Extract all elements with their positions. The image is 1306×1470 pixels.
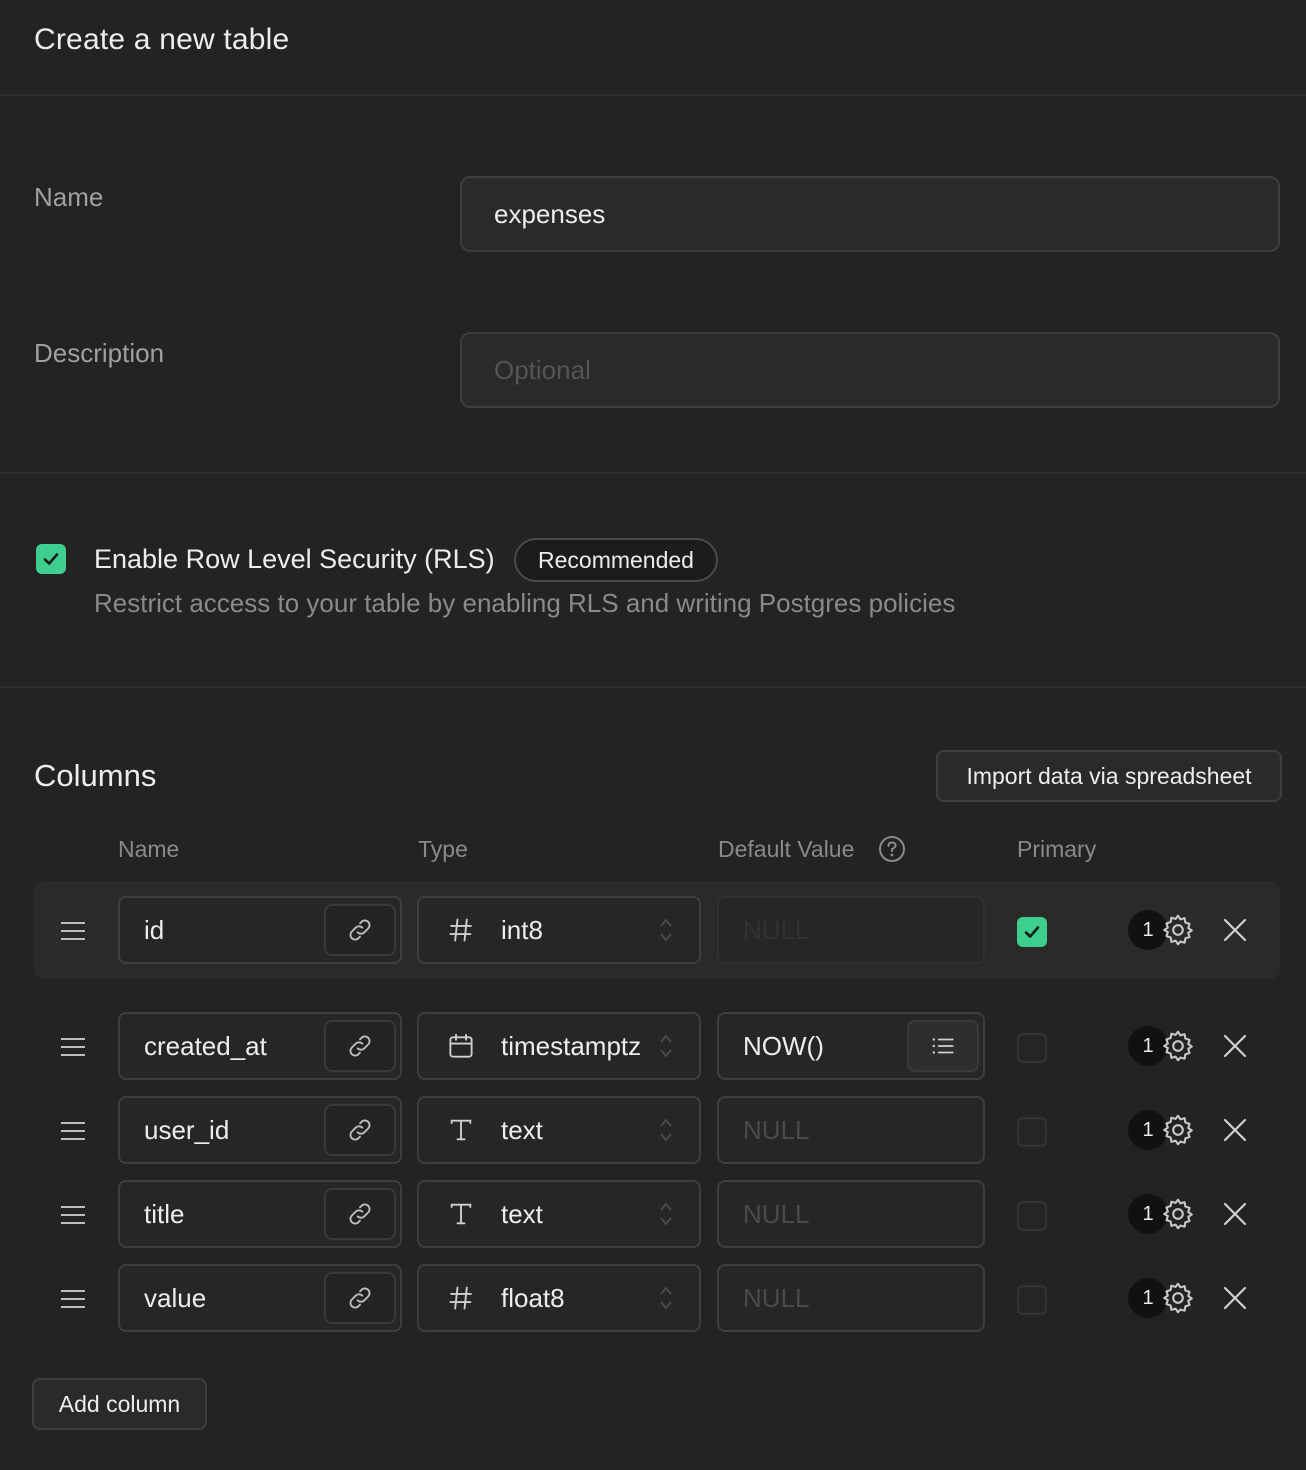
table-row: id int8 NULL 1: [34, 881, 1280, 979]
link-icon: [349, 1203, 371, 1225]
description-label: Description: [34, 338, 165, 368]
column-name-value: id: [144, 914, 165, 945]
default-value-input[interactable]: NULL: [717, 896, 985, 964]
column-name-field[interactable]: user_id: [118, 1096, 402, 1164]
primary-checkbox[interactable]: [1017, 1033, 1047, 1063]
close-icon[interactable]: [1221, 1032, 1249, 1060]
hash-icon: [443, 912, 479, 948]
drag-handle-icon[interactable]: [60, 1121, 86, 1141]
link-icon: [349, 1119, 371, 1141]
column-name-value: user_id: [144, 1114, 230, 1145]
link-icon: [349, 1287, 371, 1309]
text-icon: [443, 1112, 479, 1148]
suggestions-button[interactable]: [907, 1020, 979, 1072]
gear-icon[interactable]: [1160, 1112, 1196, 1148]
column-name-value: value: [144, 1282, 207, 1313]
column-name-field[interactable]: id: [118, 896, 402, 964]
column-name-field[interactable]: created_at: [118, 1012, 402, 1080]
column-type-select[interactable]: timestamptz: [417, 1012, 701, 1080]
primary-checkbox[interactable]: [1017, 1201, 1047, 1231]
chevron-updown-icon: [660, 1202, 672, 1226]
chevron-updown-icon: [660, 1034, 672, 1058]
close-icon[interactable]: [1221, 916, 1249, 944]
rls-description: Restrict access to your table by enablin…: [94, 588, 956, 618]
basic-info-section: Name Description: [0, 96, 1306, 474]
default-value-placeholder: NULL: [743, 1114, 810, 1145]
column-header-default: Default Value: [718, 836, 855, 862]
close-icon[interactable]: [1221, 1200, 1249, 1228]
add-column-button[interactable]: Add column: [32, 1378, 207, 1430]
foreign-key-button[interactable]: [324, 1020, 396, 1072]
gear-icon[interactable]: [1160, 912, 1196, 948]
primary-checkbox[interactable]: [1017, 917, 1047, 947]
description-input[interactable]: [460, 332, 1280, 408]
column-name-value: created_at: [144, 1030, 267, 1061]
page-title: Create a new table: [34, 23, 290, 56]
link-icon: [349, 1035, 371, 1057]
column-type-select[interactable]: text: [417, 1096, 701, 1164]
foreign-key-button[interactable]: [324, 904, 396, 956]
name-input[interactable]: [460, 176, 1280, 252]
drag-handle-icon[interactable]: [60, 1037, 86, 1057]
chevron-updown-icon: [660, 1118, 672, 1142]
link-icon: [349, 919, 371, 941]
table-row: value float8 NULL 1: [34, 1249, 1280, 1347]
column-type-value: timestamptz: [501, 1030, 642, 1061]
column-name-field[interactable]: value: [118, 1264, 402, 1332]
primary-checkbox[interactable]: [1017, 1117, 1047, 1147]
column-name-field[interactable]: title: [118, 1180, 402, 1248]
close-icon[interactable]: [1221, 1116, 1249, 1144]
calendar-icon: [443, 1028, 479, 1064]
default-value-input[interactable]: NULL: [717, 1180, 985, 1248]
column-header-type: Type: [418, 836, 468, 862]
foreign-key-button[interactable]: [324, 1104, 396, 1156]
gear-icon[interactable]: [1160, 1196, 1196, 1232]
column-name-value: title: [144, 1198, 185, 1229]
import-spreadsheet-button[interactable]: Import data via spreadsheet: [936, 750, 1282, 802]
list-icon: [932, 1038, 954, 1054]
hash-icon: [443, 1280, 479, 1316]
default-value-placeholder: NULL: [743, 1198, 810, 1229]
column-header-name: Name: [118, 836, 180, 862]
foreign-key-button[interactable]: [324, 1188, 396, 1240]
rls-section: Enable Row Level Security (RLS) Recommen…: [0, 474, 1306, 688]
recommended-badge: Recommended: [514, 538, 718, 582]
drag-handle-icon[interactable]: [60, 1205, 86, 1225]
drag-handle-icon[interactable]: [60, 921, 86, 941]
gear-icon[interactable]: [1160, 1028, 1196, 1064]
default-value-input[interactable]: NULL: [717, 1096, 985, 1164]
primary-checkbox[interactable]: [1017, 1285, 1047, 1315]
column-type-select[interactable]: int8: [417, 896, 701, 964]
help-icon[interactable]: [878, 835, 906, 863]
column-type-select[interactable]: text: [417, 1180, 701, 1248]
drag-handle-icon[interactable]: [60, 1289, 86, 1309]
rls-title: Enable Row Level Security (RLS): [94, 544, 495, 574]
default-value-input[interactable]: NOW(): [717, 1012, 985, 1080]
dialog-header: Create a new table: [0, 0, 1306, 96]
column-header-primary: Primary: [1017, 836, 1097, 862]
default-value-text: NOW(): [743, 1030, 824, 1061]
default-value-input[interactable]: NULL: [717, 1264, 985, 1332]
text-icon: [443, 1196, 479, 1232]
name-label: Name: [34, 182, 104, 212]
gear-icon[interactable]: [1160, 1280, 1196, 1316]
check-icon: [1024, 926, 1040, 938]
default-value-placeholder: NULL: [743, 914, 810, 945]
rls-checkbox[interactable]: [36, 544, 66, 574]
close-icon[interactable]: [1221, 1284, 1249, 1312]
column-type-value: float8: [501, 1282, 565, 1313]
column-type-value: int8: [501, 914, 543, 945]
foreign-key-button[interactable]: [324, 1272, 396, 1324]
columns-title: Columns: [34, 758, 157, 793]
chevron-updown-icon: [660, 1286, 672, 1310]
default-value-placeholder: NULL: [743, 1282, 810, 1313]
column-type-value: text: [501, 1198, 543, 1229]
column-type-value: text: [501, 1114, 543, 1145]
check-icon: [43, 553, 59, 565]
column-type-select[interactable]: float8: [417, 1264, 701, 1332]
chevron-updown-icon: [660, 918, 672, 942]
